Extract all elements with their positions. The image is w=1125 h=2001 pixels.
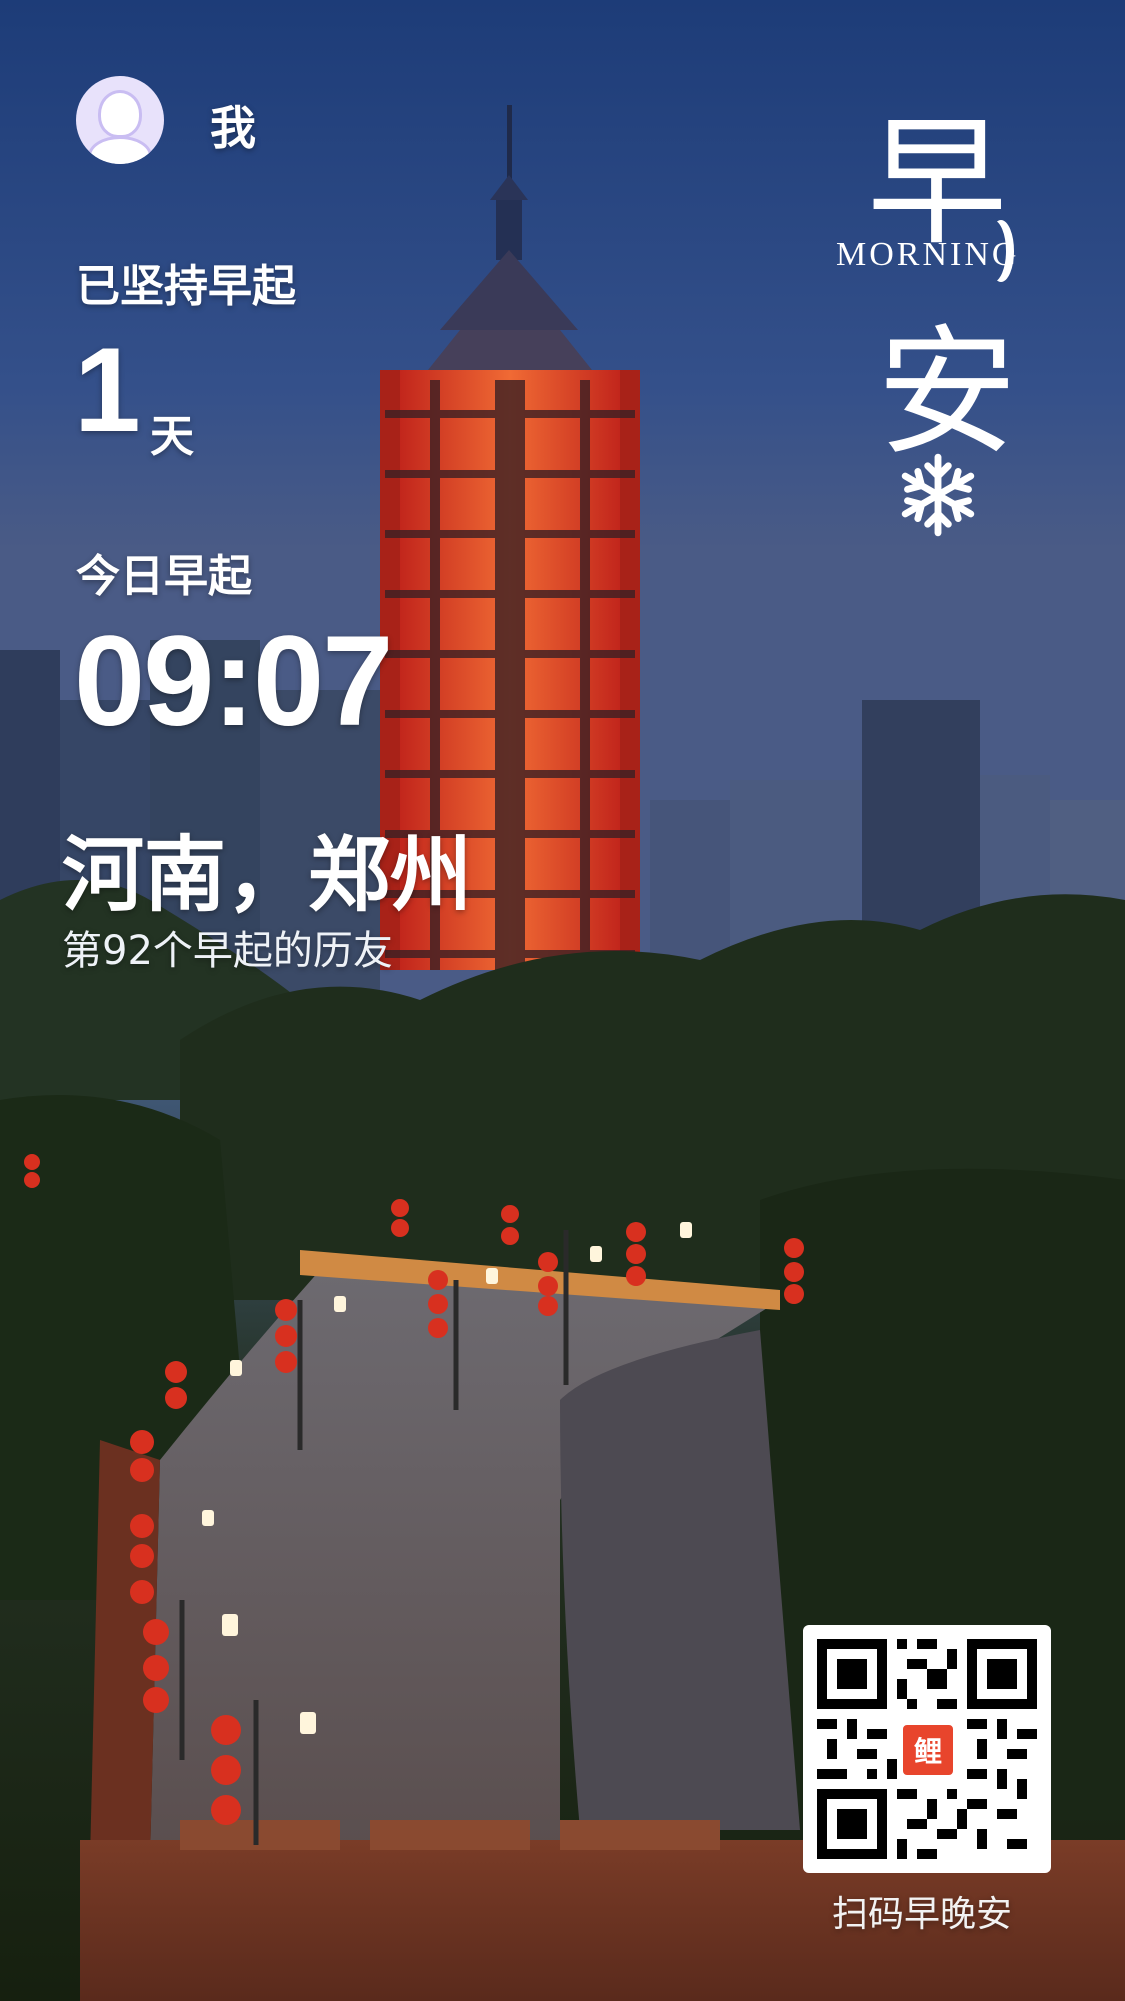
location-text: 河南，郑州 [62,828,473,923]
avatar-body [88,136,152,164]
qr-center-logo: 鲤 [899,1721,957,1779]
persist-days-value: 1 [74,323,141,457]
morning-poster: 我 已坚持早起 1 天 今日早起 09:07 河南，郑州 第92个早起的历友 早… [0,0,1125,2001]
user-name[interactable]: 我 [210,92,256,158]
user-avatar-icon[interactable] [76,76,164,164]
persist-days-unit: 天 [150,411,194,462]
persist-label: 已坚持早起 [76,261,296,312]
snowflake-icon [901,453,975,537]
greeting-subtitle: MORNING [836,236,1020,273]
rank-text: 第92个早起的历友 [62,928,393,974]
today-wake-label: 今日早起 [76,551,252,602]
qr-code-card[interactable]: 鲤 [803,1625,1051,1873]
qr-caption: 扫码早晚安 [832,1894,1013,1935]
wake-time: 09:07 [74,610,393,753]
avatar-head [98,90,142,138]
